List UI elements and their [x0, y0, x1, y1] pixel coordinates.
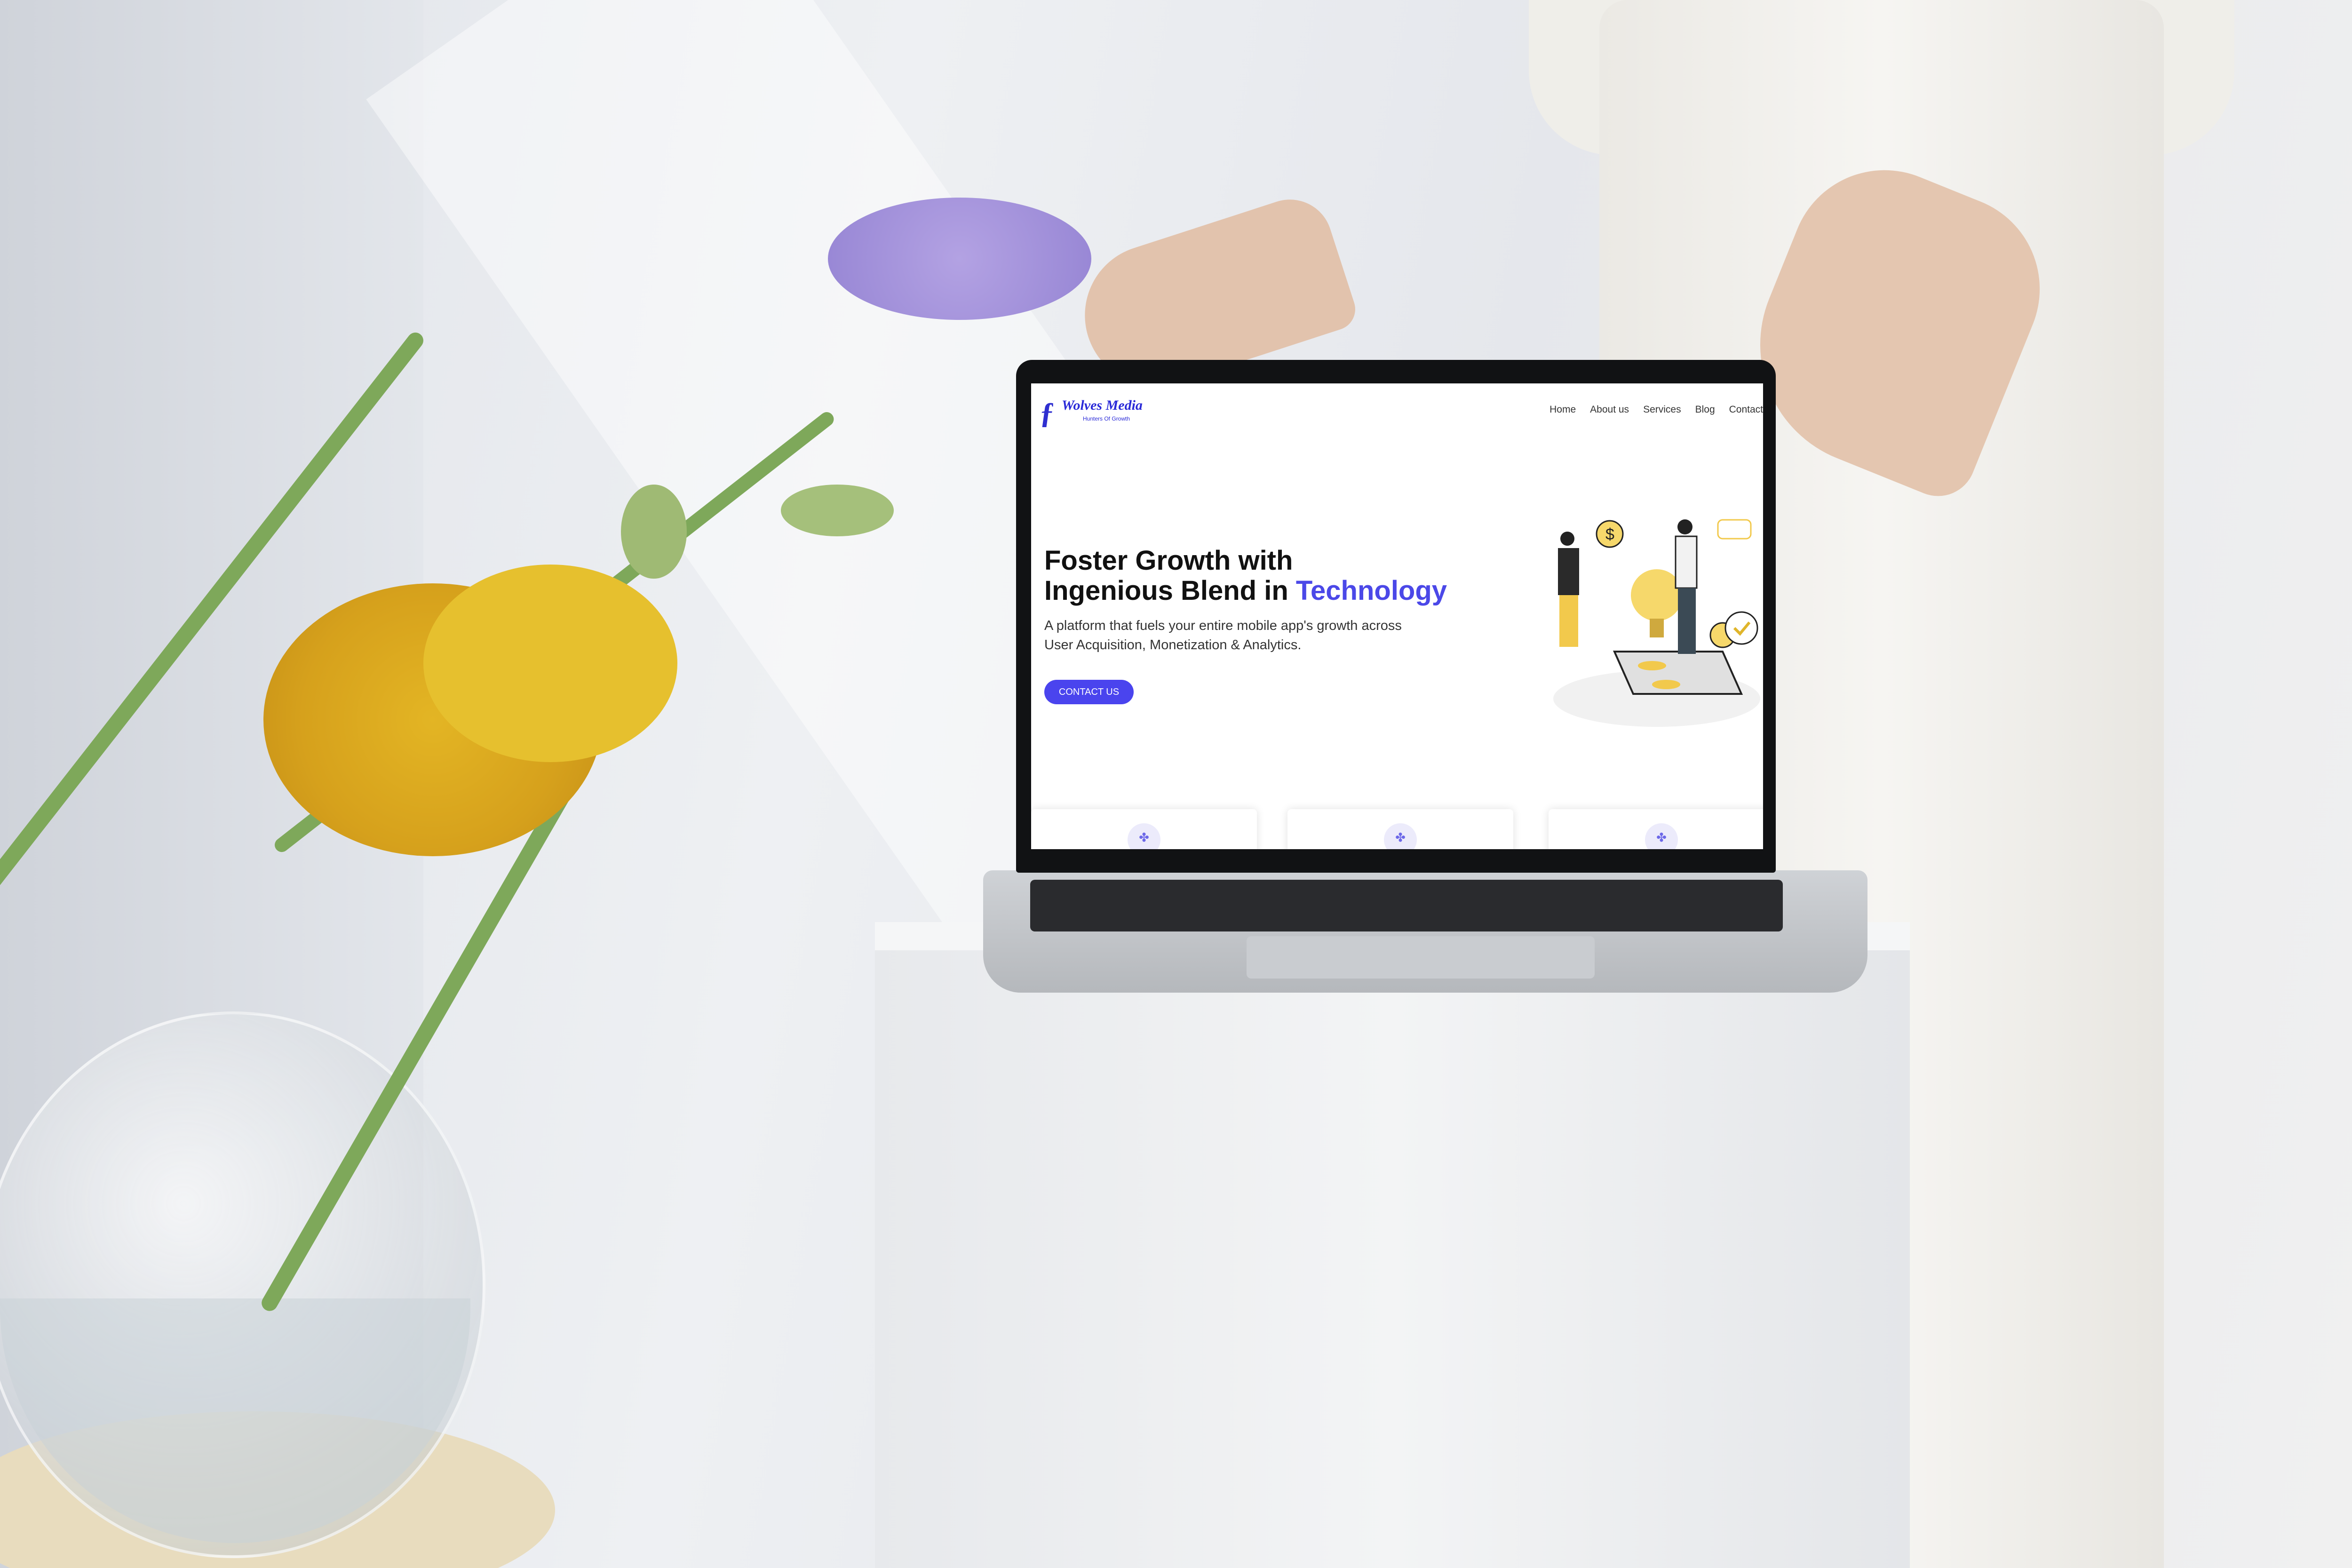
laptop-keyboard	[1030, 880, 1783, 931]
hero-subtitle-line1: A platform that fuels your entire mobile…	[1044, 618, 1402, 633]
hero-title-prefix: Ingenious Blend in	[1044, 575, 1296, 606]
feature-card[interactable]: ✤	[1287, 809, 1513, 849]
feature-card[interactable]: ✤	[1549, 809, 1763, 849]
growth-icon: ✤	[1384, 823, 1417, 849]
business-growth-illustration: $	[1553, 519, 1760, 727]
main-nav: Home About us Services Blog Contact	[1549, 404, 1763, 415]
hero-title-line2: Ingenious Blend in Technology	[1044, 576, 1468, 606]
nav-contact[interactable]: Contact	[1729, 404, 1763, 415]
flower-bud	[781, 485, 894, 536]
hero-subtitle-line2: User Acquisition, Monetization & Analyti…	[1044, 637, 1302, 653]
hero-title-accent: Technology	[1295, 575, 1447, 606]
nav-services[interactable]: Services	[1643, 404, 1681, 415]
white-pedestal	[875, 950, 1910, 1568]
contact-us-button[interactable]: CONTACT US	[1044, 680, 1134, 704]
logo-tagline: Hunters Of Growth	[1083, 415, 1130, 422]
hero-title-line1: Foster Growth with	[1044, 545, 1293, 576]
laptop-trackpad	[1247, 936, 1595, 979]
nav-home[interactable]: Home	[1549, 404, 1576, 415]
hero-title: Foster Growth with Ingenious Blend in Te…	[1044, 546, 1468, 606]
growth-icon: ✤	[1128, 823, 1160, 849]
logo-text[interactable]: Wolves Media	[1062, 398, 1143, 414]
site-header: ƒ Wolves Media Hunters Of Growth Home Ab…	[1031, 383, 1763, 440]
laptop-screen: ƒ Wolves Media Hunters Of Growth Home Ab…	[1031, 383, 1763, 849]
nav-about-us[interactable]: About us	[1590, 404, 1629, 415]
hero-subtitle: A platform that fuels your entire mobile…	[1044, 616, 1458, 655]
wolf-logo-icon[interactable]: ƒ	[1040, 397, 1058, 430]
feature-card[interactable]: ✤	[1031, 809, 1257, 849]
yellow-iris-flower	[423, 565, 677, 762]
svg-text:$: $	[1605, 525, 1614, 543]
purple-iris-flower	[828, 198, 1091, 320]
feature-cards: ✤ ✤ ✤	[1031, 809, 1763, 849]
flower-bud	[621, 485, 687, 579]
growth-icon: ✤	[1645, 823, 1678, 849]
nav-blog[interactable]: Blog	[1695, 404, 1715, 415]
photo-scene: ƒ Wolves Media Hunters Of Growth Home Ab…	[0, 0, 2352, 1568]
